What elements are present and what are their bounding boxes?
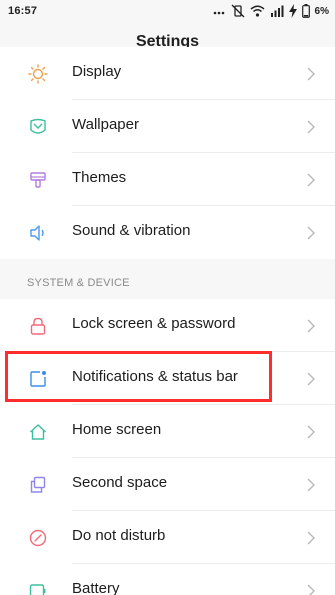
chevron-right-icon (306, 119, 316, 135)
settings-group-system-device: Lock screen & password Notifications & s… (0, 299, 335, 595)
battery-setting-icon (28, 581, 48, 595)
settings-row-do-not-disturb[interactable]: Do not disturb (0, 511, 335, 564)
chevron-right-icon (306, 530, 316, 546)
settings-row-label: Home screen (72, 421, 162, 438)
more-dots-icon (212, 4, 226, 18)
sun-icon (28, 64, 48, 84)
speaker-icon (28, 223, 48, 243)
settings-row-wallpaper[interactable]: Wallpaper (0, 100, 335, 153)
home-icon (28, 422, 48, 442)
section-title: SYSTEM & DEVICE (27, 277, 130, 289)
settings-row-label: Lock screen & password (72, 315, 236, 332)
settings-row-sound[interactable]: Sound & vibration (0, 206, 335, 259)
status-bar: 16:57 6% (0, 0, 335, 24)
settings-row-label: Display (72, 63, 122, 80)
chevron-right-icon (306, 66, 316, 82)
settings-row-lock-screen[interactable]: Lock screen & password (0, 299, 335, 352)
vibrate-off-icon (231, 4, 245, 18)
status-time: 16:57 (8, 5, 38, 17)
signal-icon (270, 4, 284, 18)
settings-row-themes[interactable]: Themes (0, 153, 335, 206)
lock-icon (28, 316, 48, 336)
chevron-right-icon (306, 477, 316, 493)
do-not-disturb-icon (28, 528, 48, 548)
chevron-right-icon (306, 371, 316, 387)
settings-row-second-space[interactable]: Second space (0, 458, 335, 511)
chevron-right-icon (306, 583, 316, 595)
settings-row-label: Wallpaper (72, 116, 139, 133)
notification-icon (28, 369, 48, 389)
wallpaper-icon (28, 117, 48, 137)
battery-percent: 6% (314, 5, 329, 17)
status-icons: 6% (212, 4, 329, 18)
chevron-right-icon (306, 172, 316, 188)
charging-bolt-icon (288, 4, 297, 18)
chevron-right-icon (306, 225, 316, 241)
battery-icon (301, 4, 310, 18)
settings-row-label: Themes (72, 169, 127, 186)
chevron-right-icon (306, 424, 316, 440)
settings-row-label: Do not disturb (72, 527, 166, 544)
settings-row-label: Second space (72, 474, 168, 491)
settings-row-home-screen[interactable]: Home screen (0, 405, 335, 458)
settings-row-notifications[interactable]: Notifications & status bar (0, 352, 335, 405)
chevron-right-icon (306, 318, 316, 334)
settings-row-display[interactable]: Display (0, 47, 335, 100)
settings-row-label: Battery (72, 580, 120, 595)
settings-screen: 16:57 6% Settings Display Wallpaper Them… (0, 0, 335, 595)
settings-row-label: Sound & vibration (72, 222, 191, 239)
themes-icon (28, 170, 48, 190)
settings-group-personalization: Display Wallpaper Themes Sound & vibrati… (0, 47, 335, 259)
wifi-icon (250, 4, 265, 18)
settings-row-label: Notifications & status bar (72, 368, 238, 385)
section-header: SYSTEM & DEVICE (0, 259, 335, 299)
second-space-icon (28, 475, 48, 495)
settings-row-battery[interactable]: Battery (0, 564, 335, 595)
